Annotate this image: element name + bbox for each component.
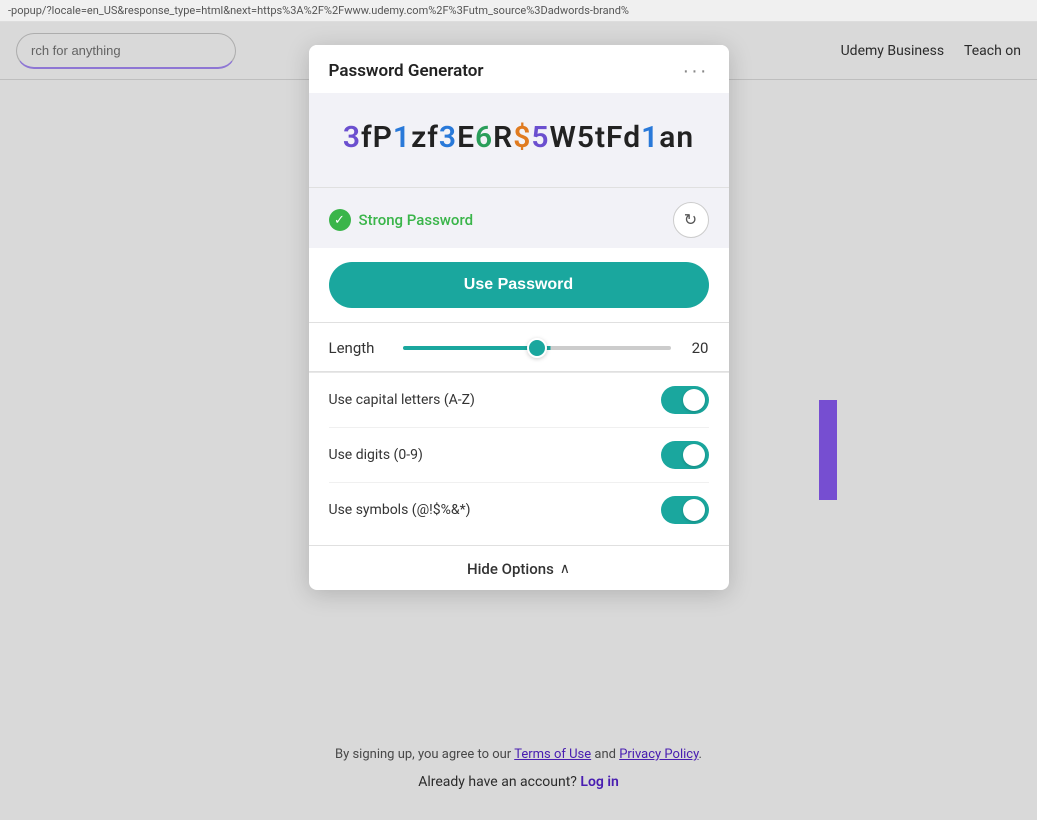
toggle-capital-letters[interactable] [661,386,709,414]
toggle-row-digits: Use digits (0-9) [329,428,709,483]
toggle-label-capital: Use capital letters (A-Z) [329,392,475,408]
toggle-digits-slider [661,441,709,469]
toggle-digits[interactable] [661,441,709,469]
toggle-row-capital: Use capital letters (A-Z) [329,373,709,428]
popup-menu-button[interactable]: ··· [683,61,709,81]
hide-options-row[interactable]: Hide Options ∧ [309,546,729,590]
toggle-symbols[interactable] [661,496,709,524]
url-bar: -popup/?locale=en_US&response_type=html&… [0,0,1037,22]
toggle-capital-slider [661,386,709,414]
strength-left: ✓ Strong Password [329,209,474,231]
refresh-password-button[interactable]: ↻ [673,202,709,238]
length-label: Length [329,339,389,357]
strength-label: Strong Password [359,211,474,229]
hide-options-label: Hide Options [467,560,554,578]
toggle-section: Use capital letters (A-Z) Use digits (0-… [309,372,729,545]
refresh-icon: ↻ [684,210,697,230]
chevron-up-icon: ∧ [560,561,570,577]
toggle-row-symbols: Use symbols (@!$%&*) [329,483,709,537]
length-slider[interactable] [403,346,671,350]
toggle-label-symbols: Use symbols (@!$%&*) [329,502,471,518]
toggle-label-digits: Use digits (0-9) [329,447,423,463]
strength-row: ✓ Strong Password ↻ [309,187,729,248]
password-generator-popup: Password Generator ··· 3fP1zf3E6R$5W5tFd… [309,45,729,590]
length-value: 20 [685,339,709,357]
length-section: Length 20 [309,323,729,371]
toggle-symbols-slider [661,496,709,524]
check-icon: ✓ [329,209,351,231]
password-display-area: 3fP1zf3E6R$5W5tFd1an [309,93,729,187]
use-password-button[interactable]: Use Password [329,262,709,308]
url-text: -popup/?locale=en_US&response_type=html&… [8,4,629,17]
password-text: 3fP1zf3E6R$5W5tFd1an [329,117,709,159]
ellipsis-icon: ··· [683,60,709,82]
popup-header: Password Generator ··· [309,45,729,93]
popup-title: Password Generator [329,61,484,81]
